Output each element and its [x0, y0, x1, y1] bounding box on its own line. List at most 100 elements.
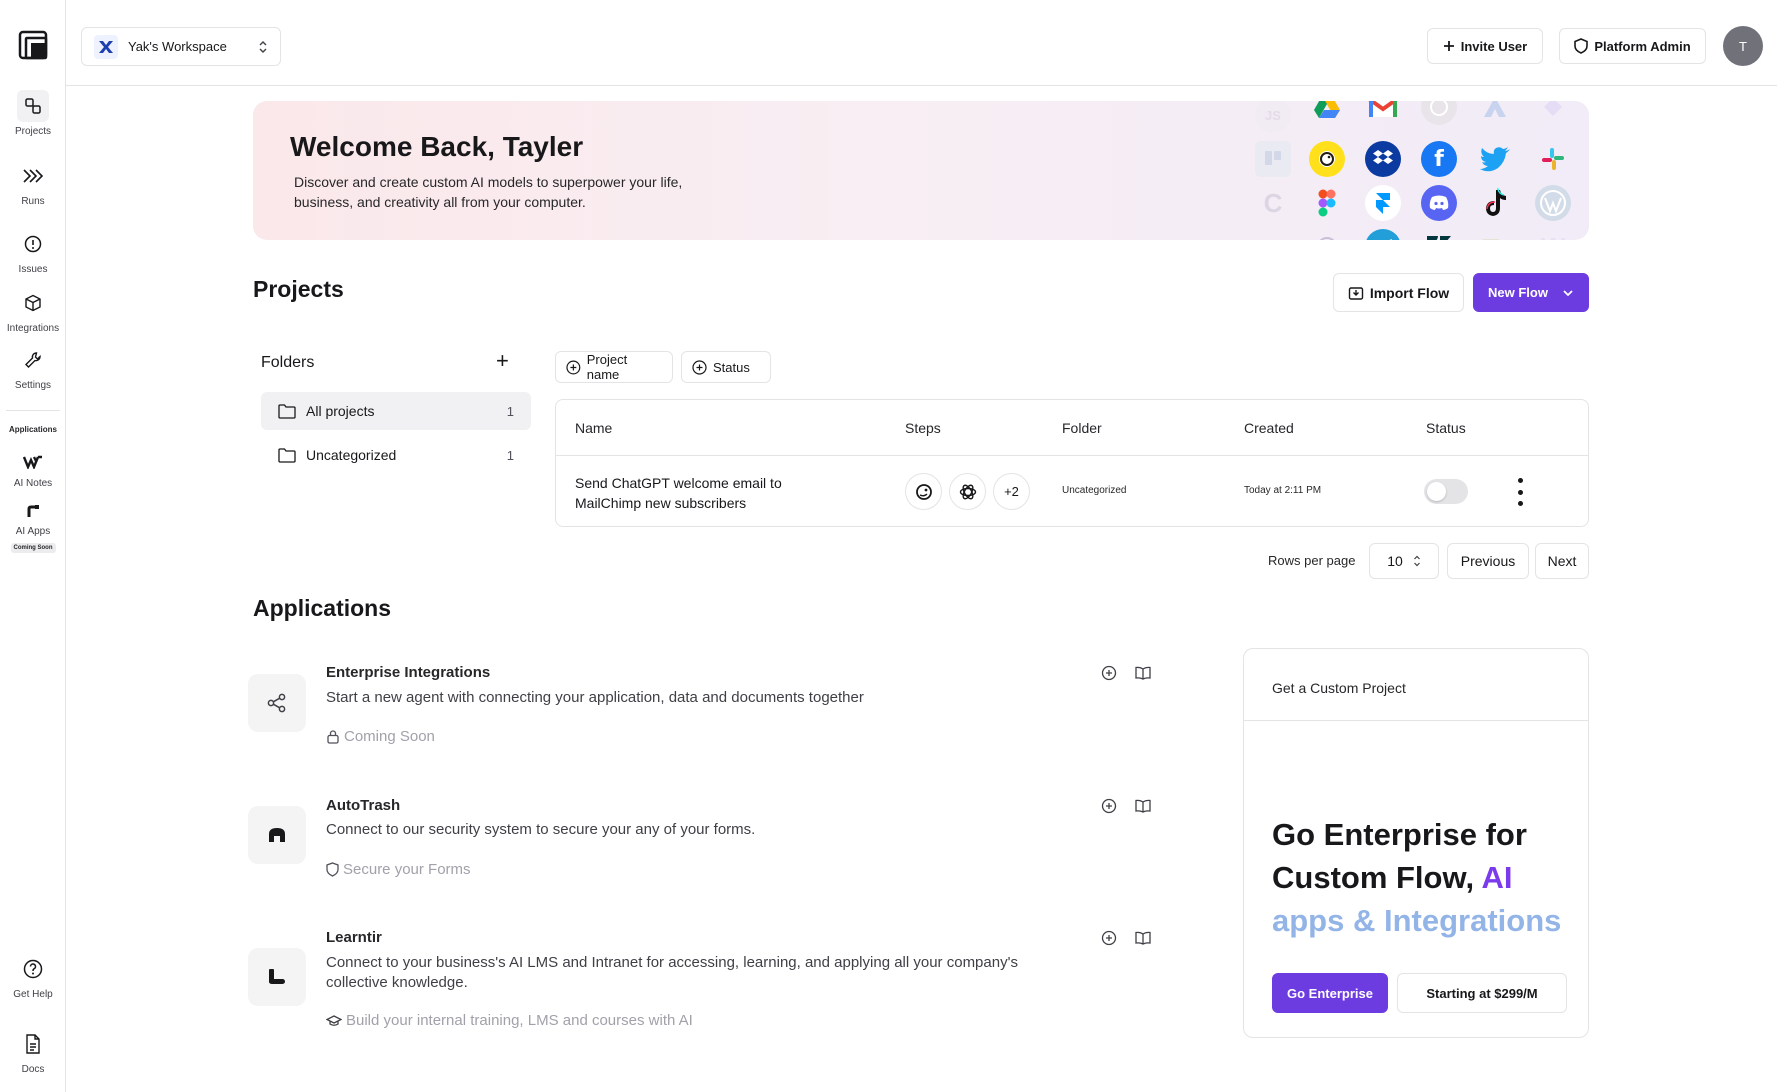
share-icon: [248, 674, 306, 732]
column-header-steps[interactable]: Steps: [905, 420, 941, 436]
sidebar-item-ai-notes[interactable]: AI Notes: [0, 450, 66, 489]
status-toggle[interactable]: [1424, 479, 1468, 504]
slack-icon: [1535, 141, 1571, 177]
app-title-enterprise-integrations[interactable]: Enterprise Integrations: [326, 664, 490, 681]
coming-soon-badge: Coming Soon: [10, 543, 56, 553]
platform-admin-label: Platform Admin: [1594, 38, 1691, 54]
sidebar-item-integrations[interactable]: Integrations: [0, 287, 66, 334]
column-header-name[interactable]: Name: [575, 420, 612, 436]
table-divider: [556, 455, 1588, 456]
platform-admin-button[interactable]: Platform Admin: [1559, 28, 1706, 64]
app-title-autotrash[interactable]: AutoTrash: [326, 797, 400, 814]
google-drive-icon: [1309, 101, 1345, 125]
invite-user-label: Invite User: [1460, 38, 1528, 54]
folder-all-projects[interactable]: All projects 1: [261, 392, 531, 430]
folders-title: Folders: [261, 354, 315, 371]
openai-logo-icon: [1309, 229, 1345, 240]
shield-icon: [326, 862, 339, 877]
sidebar-item-issues[interactable]: Issues: [0, 228, 66, 275]
filter-label: Project name: [586, 352, 628, 382]
docs-book-icon[interactable]: [1134, 929, 1152, 947]
workspace-name: Yak's Workspace: [128, 39, 227, 54]
sidebar-item-ai-apps[interactable]: AI Apps Coming Soon: [0, 500, 66, 553]
js-logo-icon: JS: [1255, 101, 1291, 133]
webflow-icon: W: [1535, 229, 1571, 241]
app-meta: Coming Soon: [326, 728, 435, 745]
discord-icon: [1421, 185, 1457, 221]
atlassian-icon: [1477, 101, 1513, 125]
column-header-created[interactable]: Created: [1244, 420, 1294, 436]
promo-divider: [1244, 720, 1588, 721]
openai-logo-faded-icon: [1421, 101, 1457, 125]
welcome-title: Welcome Back, Tayler: [290, 131, 584, 162]
column-header-status[interactable]: Status: [1426, 420, 1466, 436]
filter-status-button[interactable]: Status: [681, 351, 771, 383]
sidebar-item-get-help[interactable]: Get Help: [0, 953, 66, 1000]
diamond-icon: [1535, 101, 1571, 125]
sidebar-item-docs[interactable]: Docs: [0, 1028, 66, 1075]
add-app-icon[interactable]: [1100, 797, 1118, 815]
workspace-selector[interactable]: Yak's Workspace: [81, 27, 281, 66]
rows-per-page-value: 10: [1387, 553, 1403, 569]
avatar[interactable]: T: [1723, 26, 1763, 66]
rows-per-page-label: Rows per page: [1268, 553, 1356, 568]
pricing-button[interactable]: Starting at $299/M: [1397, 973, 1567, 1013]
app-description: Connect to our security system to secure…: [326, 821, 756, 838]
docs-book-icon[interactable]: [1134, 664, 1152, 682]
folder-name: All projects: [306, 403, 375, 419]
sidebar-item-label: Get Help: [13, 989, 53, 1000]
folder-icon: [278, 403, 296, 419]
add-folder-icon[interactable]: +: [496, 350, 509, 372]
created-cell: Today at 2:11 PM: [1244, 485, 1322, 496]
invite-user-button[interactable]: Invite User: [1427, 28, 1543, 64]
app-logo-icon[interactable]: [18, 30, 48, 60]
graduation-cap-icon: [326, 1014, 342, 1026]
docs-book-icon[interactable]: [1134, 797, 1152, 815]
next-page-button[interactable]: Next: [1535, 543, 1589, 579]
sidebar-item-settings[interactable]: Settings: [0, 344, 66, 391]
go-enterprise-button[interactable]: Go Enterprise: [1272, 973, 1388, 1013]
add-app-icon[interactable]: [1100, 929, 1118, 947]
import-flow-label: Import Flow: [1369, 284, 1450, 301]
ai-notes-icon: [17, 450, 49, 474]
folder-uncategorized[interactable]: Uncategorized 1: [261, 436, 531, 474]
chevron-down-icon: [1563, 289, 1573, 296]
new-flow-label: New Flow: [1488, 285, 1548, 300]
sidebar-item-label: Docs: [21, 1064, 45, 1075]
more-steps-badge[interactable]: +2: [993, 473, 1030, 510]
plus-circle-icon: [566, 360, 581, 374]
sidebar-item-projects[interactable]: Projects: [0, 90, 66, 137]
gmail-icon: [1365, 101, 1401, 125]
app-meta-text: Secure your Forms: [343, 861, 471, 878]
sidebar-item-runs[interactable]: Runs: [0, 160, 66, 207]
sidebar-item-label: Projects: [14, 126, 52, 137]
row-actions-menu-icon[interactable]: [1512, 476, 1528, 508]
sidebar: Projects Runs Issues Integrations Settin…: [0, 0, 66, 1092]
sidebar-item-label: AI Apps: [15, 526, 51, 537]
filter-project-name-button[interactable]: Project name: [555, 351, 673, 383]
column-header-folder[interactable]: Folder: [1062, 420, 1102, 436]
dropbox-icon: [1365, 141, 1401, 177]
issues-icon: [17, 228, 49, 260]
shield-icon: [1574, 38, 1589, 54]
c-logo-faded-icon: C: [1263, 187, 1283, 218]
sidebar-item-label: Runs: [21, 196, 45, 207]
projects-title: Projects: [253, 276, 344, 302]
previous-page-button[interactable]: Previous: [1447, 543, 1529, 579]
project-name-cell[interactable]: Send ChatGPT welcome email to MailChimp …: [575, 473, 805, 513]
learntir-logo-icon: [248, 948, 306, 1006]
twitter-icon: [1477, 141, 1513, 177]
folder-count: 1: [506, 447, 514, 463]
app-meta-text: Coming Soon: [344, 728, 435, 745]
mailchimp-icon: [1309, 141, 1345, 177]
add-app-icon[interactable]: [1100, 664, 1118, 682]
top-bar: Yak's Workspace Invite User Platform Adm…: [66, 0, 1777, 86]
sidebar-item-label: AI Notes: [13, 478, 53, 489]
framer-icon: [1365, 185, 1401, 221]
figma-icon: [1309, 185, 1345, 221]
new-flow-button[interactable]: New Flow: [1473, 273, 1589, 312]
import-flow-button[interactable]: Import Flow: [1333, 273, 1464, 312]
app-title-learntir[interactable]: Learntir: [326, 929, 382, 946]
rows-per-page-select[interactable]: 10: [1369, 543, 1439, 579]
folder-cell: Uncategorized: [1062, 485, 1127, 496]
